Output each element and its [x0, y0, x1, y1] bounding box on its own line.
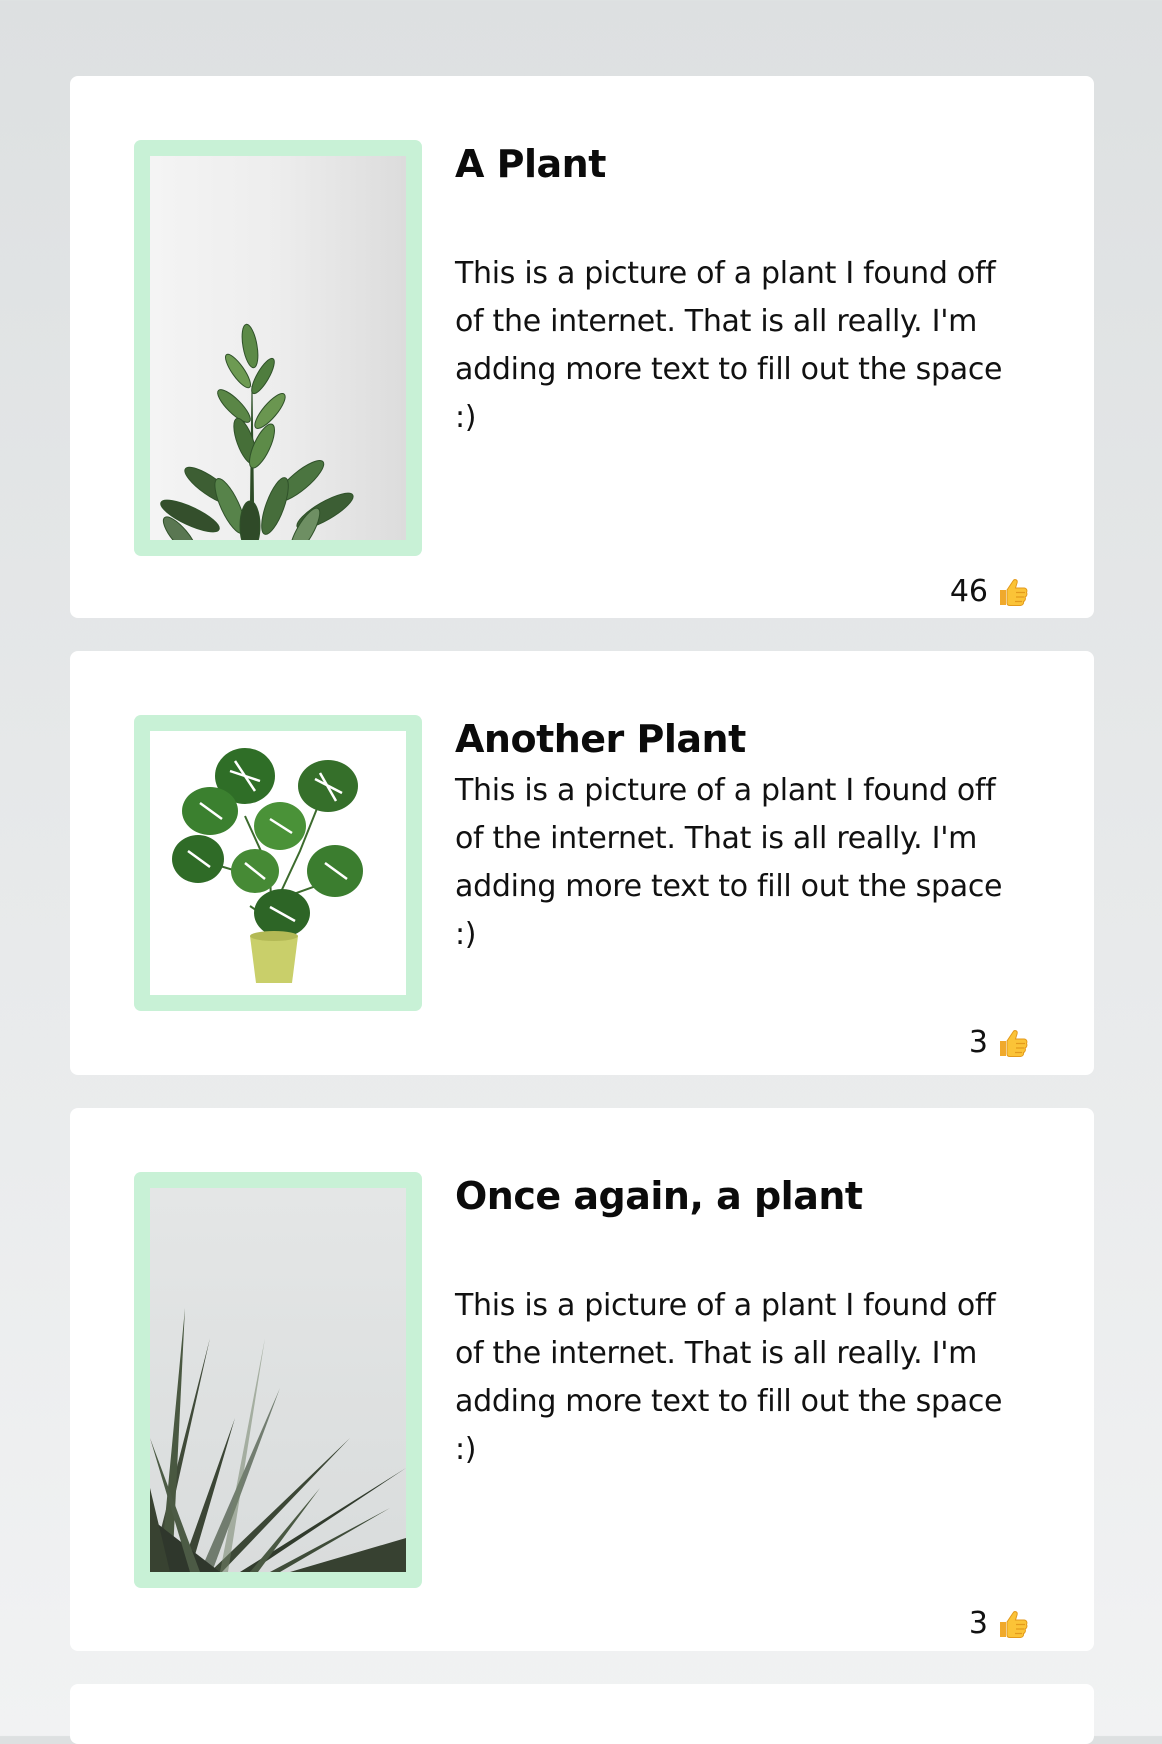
post-title: Another Plant [455, 717, 746, 761]
image-frame [134, 140, 422, 556]
post-content: A Plant This is a picture of a plant I f… [455, 140, 1030, 618]
post-card: Once again, a plant This is a picture of… [70, 1108, 1094, 1651]
thumbs-up-icon[interactable] [996, 1607, 1030, 1641]
thumbs-up-icon[interactable] [996, 1026, 1030, 1060]
post-card: A Plant This is a picture of a plant I f… [70, 76, 1094, 618]
post-feed: A Plant This is a picture of a plant I f… [70, 76, 1094, 1744]
like-counter[interactable]: 46 [950, 574, 1030, 609]
like-counter[interactable]: 3 [969, 1025, 1030, 1060]
like-count: 46 [949, 574, 988, 609]
post-description: This is a picture of a plant I found off… [455, 773, 1003, 952]
like-counter[interactable]: 3 [969, 1606, 1030, 1641]
post-card [70, 1684, 1094, 1744]
image-frame [134, 1172, 422, 1588]
post-title: Once again, a plant [455, 1174, 863, 1218]
post-description: This is a picture of a plant I found off… [455, 1288, 1003, 1467]
like-count: 3 [968, 1025, 988, 1060]
post-content: Once again, a plant This is a picture of… [455, 1172, 1030, 1651]
plant-photo[interactable] [150, 731, 406, 995]
plant-photo[interactable] [150, 1188, 406, 1572]
post-card: Another Plant This is a picture of a pla… [70, 651, 1094, 1075]
plant-photo[interactable] [150, 156, 406, 540]
thumbs-up-icon[interactable] [996, 575, 1030, 609]
image-frame [134, 715, 422, 1011]
post-description: This is a picture of a plant I found off… [455, 256, 1003, 435]
like-count: 3 [968, 1606, 988, 1641]
post-title: A Plant [455, 142, 606, 186]
post-content: Another Plant This is a picture of a pla… [455, 715, 1030, 1075]
